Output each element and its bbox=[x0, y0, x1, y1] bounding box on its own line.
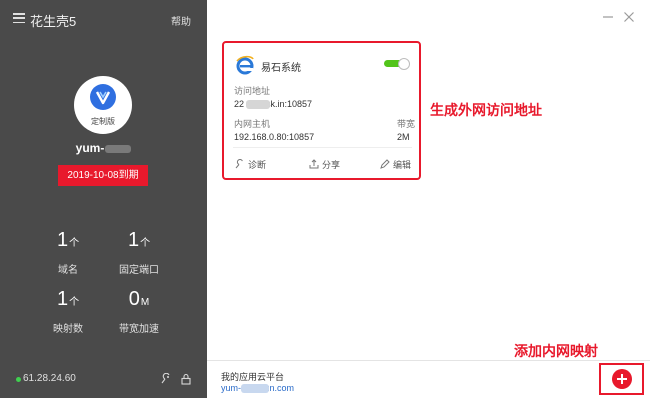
stat-fixed-ports: 1个 固定端口 bbox=[104, 229, 174, 276]
share-action-icon bbox=[309, 159, 319, 169]
online-status-dot bbox=[16, 377, 21, 382]
edition-label: 定制版 bbox=[91, 117, 115, 126]
sidebar: 花生壳5 帮助 定制版 yum- 2019-10-08到期 1个 域名 1个 固… bbox=[0, 0, 207, 398]
diagnose-icon[interactable] bbox=[160, 372, 172, 385]
bandwidth-label: 带宽 bbox=[397, 119, 416, 129]
annotation-generate-address: 生成外网访问地址 bbox=[430, 102, 542, 118]
stat-value: 1 bbox=[127, 229, 140, 251]
edit-action-icon bbox=[380, 159, 390, 169]
diagnose-label: 诊断 bbox=[248, 159, 267, 170]
ie-browser-icon bbox=[235, 55, 255, 75]
stat-label: 映射数 bbox=[53, 324, 83, 335]
intranet-host-value: 192.168.0.80:10857 bbox=[234, 132, 315, 142]
stat-value: 1 bbox=[56, 229, 69, 251]
stat-label: 带宽加速 bbox=[119, 324, 159, 335]
mapping-toggle[interactable] bbox=[384, 58, 410, 70]
stat-unit: 个 bbox=[69, 297, 80, 308]
stat-label: 域名 bbox=[58, 265, 78, 276]
sidebar-footer: 61.28.24.60 bbox=[0, 372, 207, 388]
app-title: 花生壳5 bbox=[30, 14, 77, 29]
cloud-link-redacted bbox=[241, 384, 269, 393]
share-button[interactable]: 分享 bbox=[309, 157, 340, 171]
close-icon[interactable] bbox=[622, 10, 636, 24]
avatar[interactable]: 定制版 bbox=[74, 76, 132, 134]
stat-value: 0 bbox=[128, 288, 140, 310]
stat-unit: 个 bbox=[69, 238, 80, 249]
username: yum- bbox=[0, 141, 207, 155]
stat-unit: M bbox=[140, 297, 150, 308]
lock-icon[interactable] bbox=[180, 373, 192, 385]
ip-address: 61.28.24.60 bbox=[23, 373, 76, 384]
mapping-card[interactable]: 易石系统 访问地址 22 20.iask.in:10857 内网主机 带宽 19… bbox=[222, 41, 421, 180]
access-address-redacted bbox=[246, 100, 270, 109]
help-link[interactable]: 帮助 bbox=[171, 13, 191, 28]
toggle-knob bbox=[398, 58, 410, 70]
intranet-host-label: 内网主机 bbox=[234, 119, 271, 129]
stat-bandwidth-boost: 0M 带宽加速 bbox=[104, 288, 174, 335]
username-text: yum- bbox=[75, 141, 105, 155]
share-label: 分享 bbox=[322, 159, 341, 170]
diagnose-action-icon bbox=[235, 159, 243, 169]
sidebar-header: 花生壳5 帮助 bbox=[0, 0, 207, 36]
annotation-add-mapping: 添加内网映射 bbox=[514, 343, 598, 359]
minimize-icon[interactable] bbox=[601, 10, 615, 24]
edit-button[interactable]: 编辑 bbox=[380, 157, 411, 171]
bandwidth-value: 2M bbox=[397, 132, 410, 142]
expire-date-badge[interactable]: 2019-10-08到期 bbox=[58, 165, 148, 186]
diagnose-button[interactable]: 诊断 bbox=[235, 157, 266, 171]
stat-unit: 个 bbox=[140, 238, 151, 249]
cloud-platform-title: 我的应用云平台 bbox=[221, 372, 285, 382]
mapping-name: 易石系统 bbox=[261, 63, 301, 74]
add-mapping-button[interactable] bbox=[599, 363, 644, 395]
card-divider bbox=[233, 147, 412, 148]
menu-icon[interactable] bbox=[13, 13, 25, 24]
stat-label: 固定端口 bbox=[119, 265, 159, 276]
plus-icon bbox=[612, 369, 632, 389]
edit-label: 编辑 bbox=[393, 159, 412, 170]
cloud-platform-bar: 我的应用云平台 yum- .hskyun.com bbox=[207, 360, 650, 398]
stat-domains: 1个 域名 bbox=[33, 229, 103, 276]
username-redacted bbox=[105, 144, 132, 153]
access-address-label: 访问地址 bbox=[234, 86, 271, 96]
stat-value: 1 bbox=[56, 288, 69, 310]
peanut-logo-icon bbox=[90, 84, 116, 110]
stat-mappings: 1个 映射数 bbox=[33, 288, 103, 335]
